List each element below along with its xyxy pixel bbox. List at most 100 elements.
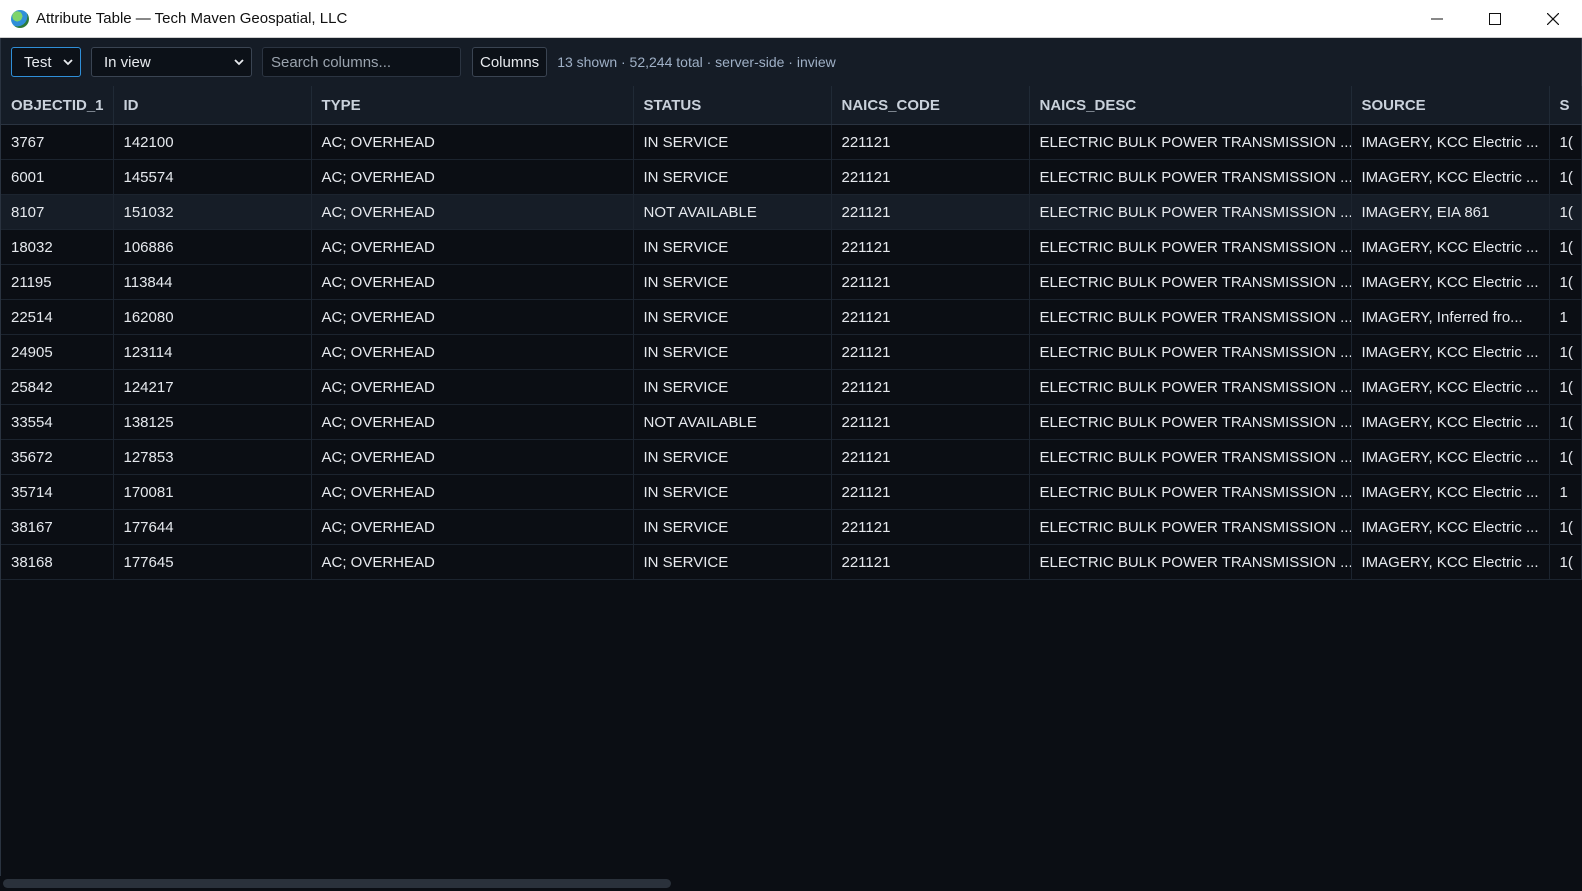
- window-title: Attribute Table — Tech Maven Geospatial,…: [36, 10, 348, 27]
- table-cell: IN SERVICE: [633, 264, 832, 300]
- table-cell: IMAGERY, KCC Electric ...: [1351, 124, 1550, 160]
- table-cell: 221121: [831, 544, 1030, 580]
- table-cell: IMAGERY, KCC Electric ...: [1351, 404, 1550, 440]
- table-cell: IN SERVICE: [633, 439, 832, 475]
- table-cell: AC; OVERHEAD: [311, 299, 634, 335]
- table-cell: 142100: [113, 124, 312, 160]
- attribute-table: OBJECTID_1 ID TYPE STATUS NAICS_CODE NAI…: [0, 86, 1582, 876]
- column-header[interactable]: OBJECTID_1: [1, 86, 114, 125]
- minimize-button[interactable]: [1408, 0, 1466, 38]
- horizontal-scrollbar[interactable]: [0, 876, 1582, 891]
- table-cell: 221121: [831, 229, 1030, 265]
- column-header[interactable]: TYPE: [311, 86, 634, 125]
- table-cell: AC; OVERHEAD: [311, 439, 634, 475]
- column-header[interactable]: SOURCE: [1351, 86, 1550, 125]
- table-cell: 1(: [1549, 509, 1582, 545]
- column-header[interactable]: NAICS_CODE: [831, 86, 1030, 125]
- table-cell: AC; OVERHEAD: [311, 369, 634, 405]
- table-row[interactable]: 21195 113844 AC; OVERHEAD IN SERVICE 221121 E…: [1, 264, 1582, 300]
- table-cell: 221121: [831, 509, 1030, 545]
- table-cell: ELECTRIC BULK POWER TRANSMISSION ...: [1029, 544, 1352, 580]
- table-cell: 1(: [1549, 369, 1582, 405]
- layer-select[interactable]: Test: [11, 47, 81, 77]
- columns-button-label: Columns: [480, 53, 540, 71]
- title-bar: Attribute Table — Tech Maven Geospatial,…: [0, 0, 1582, 38]
- table-cell: ELECTRIC BULK POWER TRANSMISSION ...: [1029, 264, 1352, 300]
- column-header[interactable]: STATUS: [633, 86, 832, 125]
- table-cell: 221121: [831, 334, 1030, 370]
- table-cell: 127853: [113, 439, 312, 475]
- table-cell: 1(: [1549, 439, 1582, 475]
- extent-select[interactable]: In view: [91, 47, 252, 77]
- table-cell: 106886: [113, 229, 312, 265]
- column-header[interactable]: S: [1549, 86, 1582, 125]
- data-table: OBJECTID_1 ID TYPE STATUS NAICS_CODE NAI…: [1, 86, 1582, 580]
- table-cell: IN SERVICE: [633, 544, 832, 580]
- table-cell: AC; OVERHEAD: [311, 544, 634, 580]
- table-cell: 221121: [831, 369, 1030, 405]
- table-cell: ELECTRIC BULK POWER TRANSMISSION ...: [1029, 159, 1352, 195]
- table-cell: 1(: [1549, 544, 1582, 580]
- table-cell: 177644: [113, 509, 312, 545]
- table-cell: 18032: [1, 229, 114, 265]
- close-icon: [1547, 13, 1559, 25]
- table-cell: ELECTRIC BULK POWER TRANSMISSION ...: [1029, 194, 1352, 230]
- table-cell: AC; OVERHEAD: [311, 124, 634, 160]
- close-button[interactable]: [1524, 0, 1582, 38]
- column-header[interactable]: NAICS_DESC: [1029, 86, 1352, 125]
- table-row[interactable]: 24905 123114 AC; OVERHEAD IN SERVICE 221121 E…: [1, 334, 1582, 370]
- table-cell: IN SERVICE: [633, 474, 832, 510]
- table-cell: IMAGERY, KCC Electric ...: [1351, 544, 1550, 580]
- table-row[interactable]: 6001 145574 AC; OVERHEAD IN SERVICE 221121 EL…: [1, 159, 1582, 195]
- maximize-icon: [1489, 13, 1501, 25]
- table-cell: IN SERVICE: [633, 299, 832, 335]
- globe-icon: [11, 9, 29, 28]
- table-cell: IMAGERY, KCC Electric ...: [1351, 229, 1550, 265]
- table-cell: 1(: [1549, 334, 1582, 370]
- table-cell: ELECTRIC BULK POWER TRANSMISSION ...: [1029, 299, 1352, 335]
- table-cell: ELECTRIC BULK POWER TRANSMISSION ...: [1029, 229, 1352, 265]
- table-cell: 1(: [1549, 404, 1582, 440]
- table-row[interactable]: 35714 170081 AC; OVERHEAD IN SERVICE 221121 E…: [1, 474, 1582, 510]
- table-cell: IMAGERY, KCC Electric ...: [1351, 369, 1550, 405]
- table-cell: 25842: [1, 369, 114, 405]
- table-cell: 221121: [831, 299, 1030, 335]
- maximize-button[interactable]: [1466, 0, 1524, 38]
- table-cell: ELECTRIC BULK POWER TRANSMISSION ...: [1029, 439, 1352, 475]
- table-row[interactable]: 3767 142100 AC; OVERHEAD IN SERVICE 221121 EL…: [1, 124, 1582, 160]
- status-text: 13 shown · 52,244 total · server-side · …: [557, 54, 836, 70]
- table-row[interactable]: 8107 151032 AC; OVERHEAD NOT AVAILABLE 22112…: [1, 194, 1582, 230]
- table-cell: 221121: [831, 194, 1030, 230]
- chevron-down-icon: [234, 59, 244, 66]
- table-cell: IN SERVICE: [633, 369, 832, 405]
- table-cell: 1(: [1549, 229, 1582, 265]
- toolbar: Test In view Search columns... Columns 1…: [0, 38, 1582, 86]
- table-cell: 170081: [113, 474, 312, 510]
- chevron-down-icon: [63, 59, 73, 66]
- table-row[interactable]: 33554 138125 AC; OVERHEAD NOT AVAILABLE 2211…: [1, 404, 1582, 440]
- table-row[interactable]: 18032 106886 AC; OVERHEAD IN SERVICE 221121 E…: [1, 229, 1582, 265]
- table-cell: AC; OVERHEAD: [311, 474, 634, 510]
- table-cell: 3767: [1, 124, 114, 160]
- table-cell: 162080: [113, 299, 312, 335]
- table-cell: 1(: [1549, 159, 1582, 195]
- table-cell: ELECTRIC BULK POWER TRANSMISSION ...: [1029, 124, 1352, 160]
- table-row[interactable]: 22514 162080 AC; OVERHEAD IN SERVICE 221121 E…: [1, 299, 1582, 335]
- table-cell: IMAGERY, Inferred fro...: [1351, 299, 1550, 335]
- table-cell: ELECTRIC BULK POWER TRANSMISSION ...: [1029, 369, 1352, 405]
- table-row[interactable]: 38167 177644 AC; OVERHEAD IN SERVICE 221121 E…: [1, 509, 1582, 545]
- table-cell: 38167: [1, 509, 114, 545]
- table-row[interactable]: 35672 127853 AC; OVERHEAD IN SERVICE 221121 E…: [1, 439, 1582, 475]
- columns-button[interactable]: Columns: [472, 47, 548, 77]
- table-row[interactable]: 38168 177645 AC; OVERHEAD IN SERVICE 221121 E…: [1, 544, 1582, 580]
- table-cell: 38168: [1, 544, 114, 580]
- scrollbar-thumb[interactable]: [3, 879, 671, 888]
- table-cell: AC; OVERHEAD: [311, 509, 634, 545]
- table-cell: AC; OVERHEAD: [311, 404, 634, 440]
- table-cell: IN SERVICE: [633, 509, 832, 545]
- table-cell: 1(: [1549, 124, 1582, 160]
- search-columns-input[interactable]: Search columns...: [262, 47, 461, 77]
- table-row[interactable]: 25842 124217 AC; OVERHEAD IN SERVICE 221121 E…: [1, 369, 1582, 405]
- column-header[interactable]: ID: [113, 86, 312, 125]
- table-cell: IN SERVICE: [633, 334, 832, 370]
